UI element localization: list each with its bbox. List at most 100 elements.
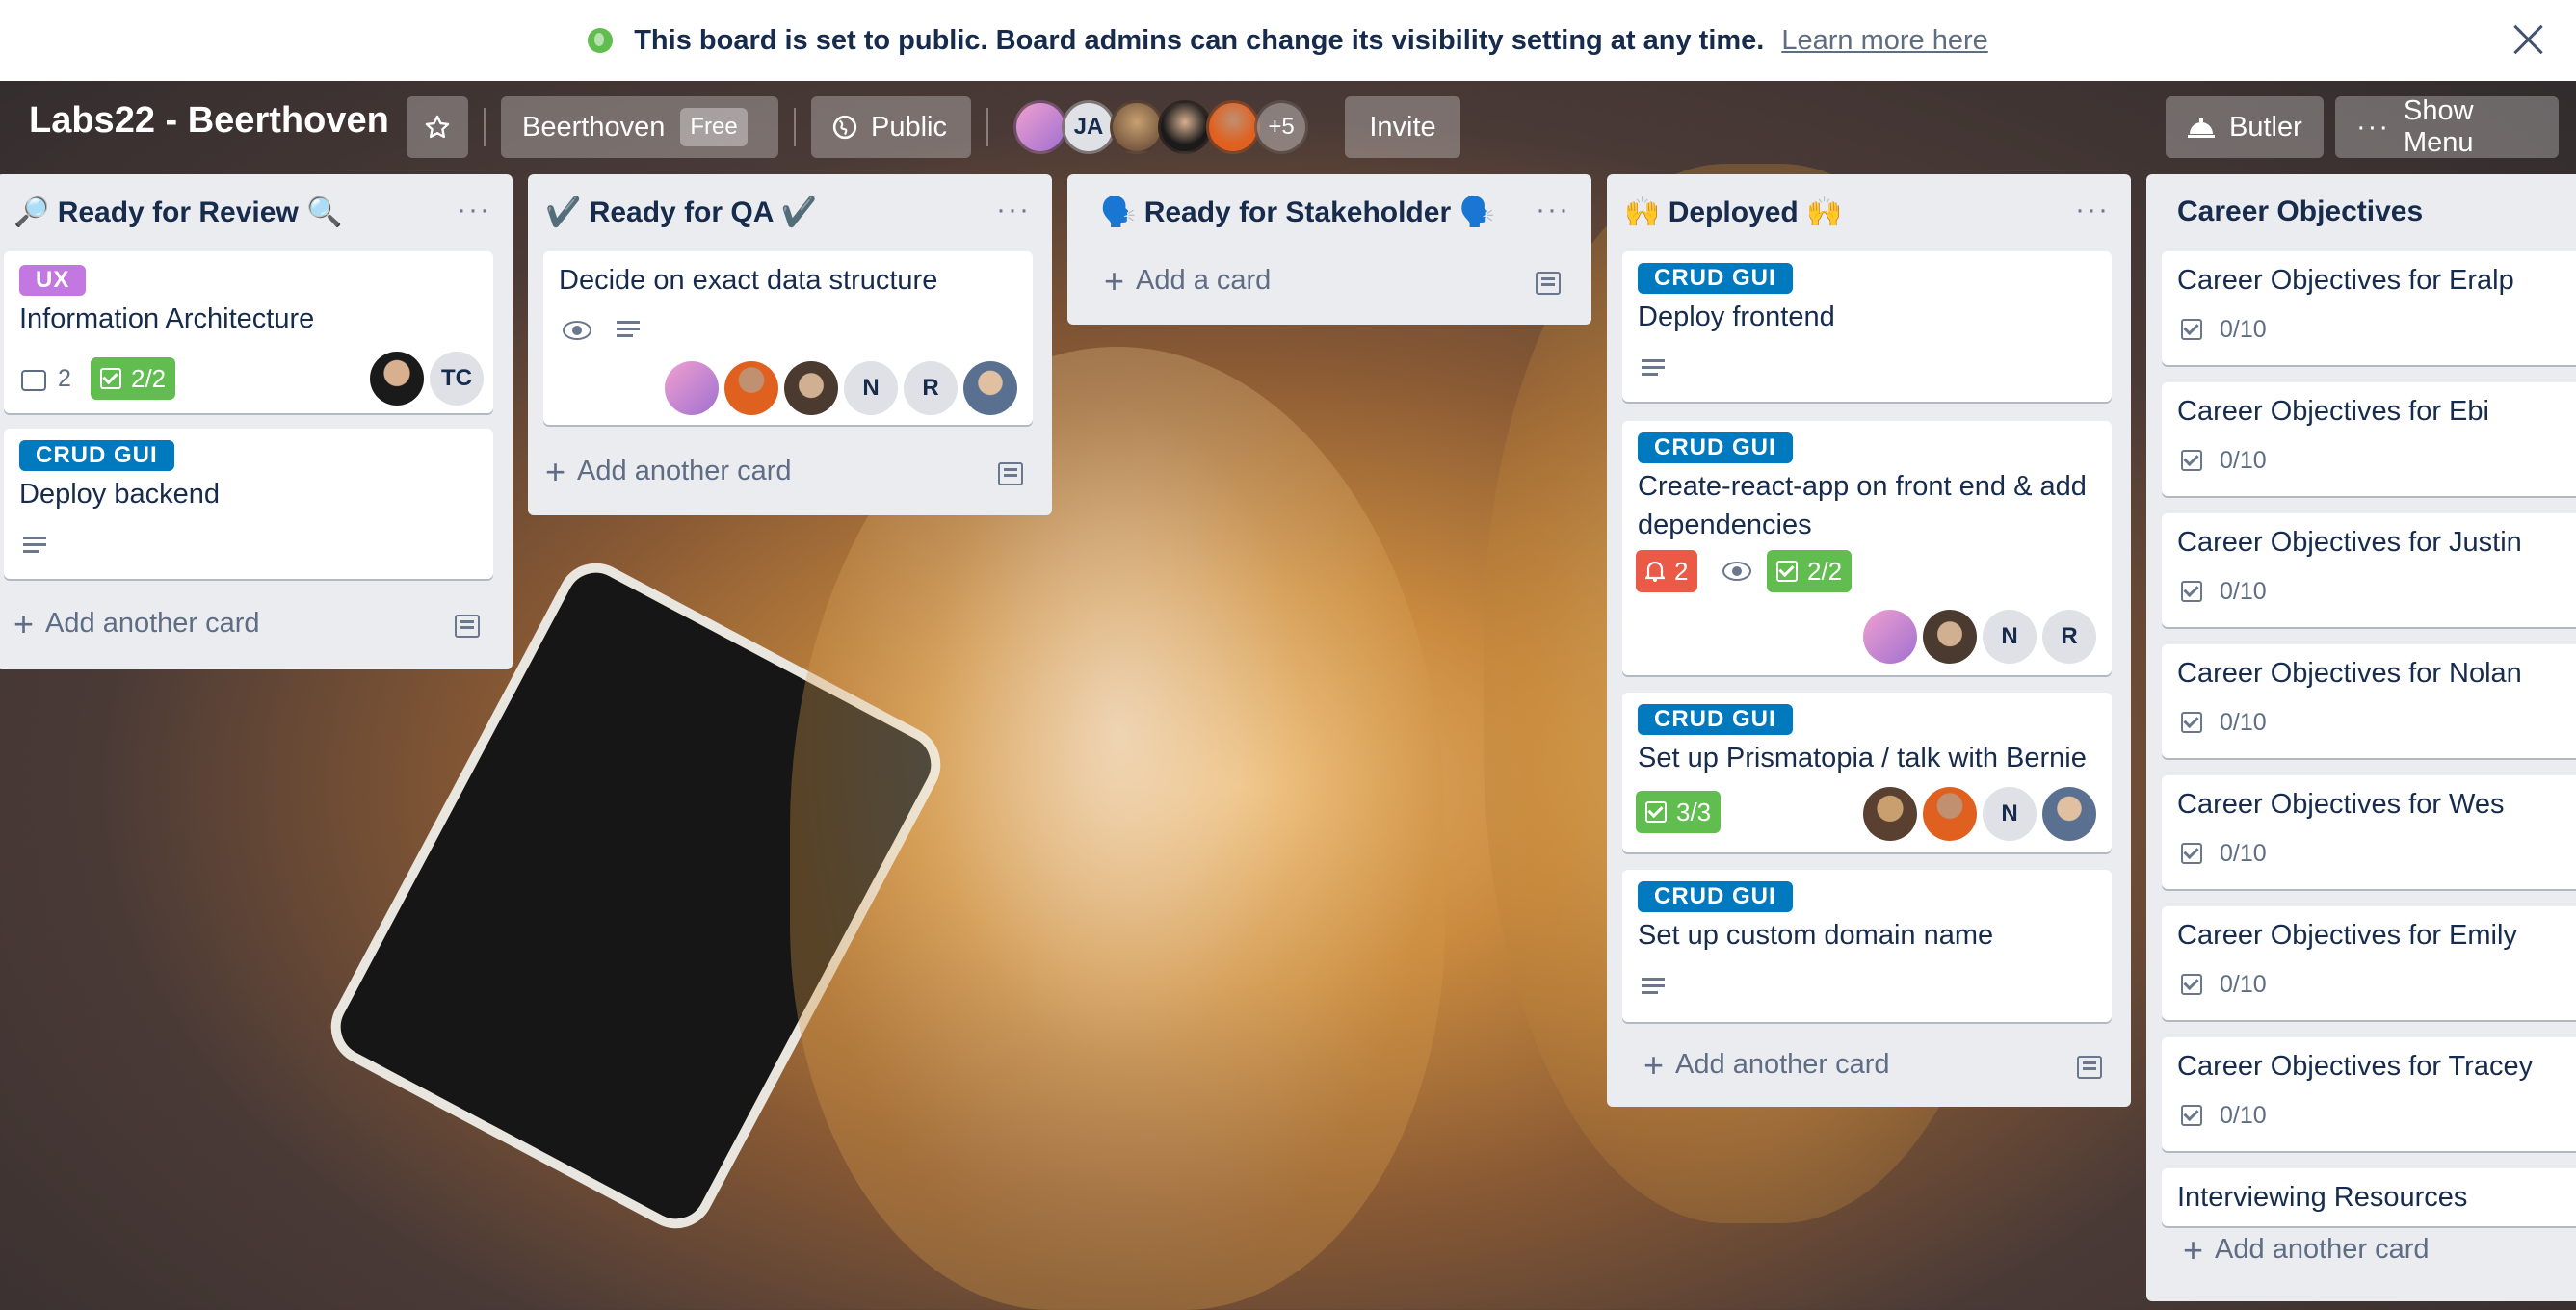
- member-avatar[interactable]: [2042, 787, 2096, 841]
- member-avatar[interactable]: [1863, 787, 1917, 841]
- list-title[interactable]: ✔️ Ready for QA ✔️: [545, 196, 817, 229]
- card[interactable]: CRUD GUI Deploy frontend: [1622, 251, 2112, 402]
- add-card-label: Add a card: [1136, 265, 1272, 296]
- member-avatar[interactable]: [963, 361, 1017, 415]
- card-title: Career Objectives for Tracey: [2177, 1051, 2534, 1082]
- description-icon: [617, 321, 640, 340]
- learn-more-link[interactable]: Learn more here: [1781, 25, 1987, 57]
- card-template-icon[interactable]: [998, 462, 1023, 485]
- member-initials: R: [922, 375, 939, 401]
- add-card-button[interactable]: + Add another card: [545, 454, 792, 488]
- card-template-icon[interactable]: [455, 615, 480, 638]
- globe-icon: [832, 115, 857, 140]
- close-icon[interactable]: [2505, 15, 2553, 64]
- show-menu-button[interactable]: ··· Show Menu: [2335, 95, 2559, 158]
- butler-label: Butler: [2229, 111, 2302, 143]
- visibility-button[interactable]: Public: [811, 96, 971, 158]
- checklist-count: 0/10: [2220, 578, 2267, 605]
- add-card-button[interactable]: + Add a card: [1104, 263, 1272, 298]
- card[interactable]: UX Information Architecture 2 2/2 TC: [4, 251, 493, 413]
- card-template-icon[interactable]: [1536, 272, 1561, 295]
- add-card-button[interactable]: + Add another card: [13, 606, 260, 641]
- checklist-count: 3/3: [1676, 797, 1712, 826]
- card[interactable]: Career Objectives for Emily 0/10: [2162, 906, 2576, 1020]
- notification-count: 2: [1674, 556, 1689, 586]
- star-icon: [425, 115, 450, 139]
- member-avatar[interactable]: [370, 352, 424, 406]
- description-icon: [1642, 978, 1665, 997]
- member-avatar[interactable]: R: [904, 361, 958, 415]
- member-avatar[interactable]: [665, 361, 719, 415]
- list-title[interactable]: 🙌 Deployed 🙌: [1624, 196, 1842, 229]
- list-menu-button[interactable]: ···: [1536, 194, 1570, 226]
- card[interactable]: Career Objectives for Ebi 0/10: [2162, 382, 2576, 496]
- team-button[interactable]: Beerthoven Free: [501, 96, 778, 158]
- board-title[interactable]: Labs22 - Beerthoven: [29, 100, 389, 142]
- member-avatar[interactable]: [1923, 787, 1977, 841]
- checklist-icon: [2181, 581, 2202, 602]
- member-avatar[interactable]: [1110, 100, 1164, 154]
- member-avatar[interactable]: [784, 361, 838, 415]
- add-card-label: Add another card: [577, 456, 792, 486]
- list-title[interactable]: Career Objectives: [2177, 196, 2423, 228]
- butler-button[interactable]: Butler: [2166, 96, 2324, 158]
- member-avatar[interactable]: [1863, 610, 1917, 664]
- checklist-count: 0/10: [2220, 709, 2267, 736]
- card[interactable]: Career Objectives for Justin 0/10: [2162, 513, 2576, 627]
- member-avatar[interactable]: R: [2042, 610, 2096, 664]
- visibility-label: Public: [871, 111, 947, 143]
- member-avatar[interactable]: [724, 361, 778, 415]
- member-initials: N: [862, 375, 880, 401]
- more-members-button[interactable]: +5: [1254, 100, 1308, 154]
- watch-icon: [563, 321, 591, 340]
- checklist-icon: [2181, 843, 2202, 864]
- card[interactable]: Decide on exact data structure N R: [543, 251, 1033, 425]
- more-members-count: +5: [1268, 114, 1295, 140]
- list-menu-button[interactable]: ···: [996, 194, 1031, 226]
- checklist-count: 2/2: [1807, 556, 1843, 586]
- list-menu-button[interactable]: ···: [2075, 194, 2110, 226]
- member-avatar[interactable]: [1158, 100, 1212, 154]
- checklist-count: 0/10: [2220, 840, 2267, 867]
- member-avatar[interactable]: N: [844, 361, 898, 415]
- card-title: Decide on exact data structure: [559, 265, 938, 296]
- card[interactable]: Career Objectives for Eralp 0/10: [2162, 251, 2576, 365]
- member-avatar[interactable]: JA: [1062, 100, 1116, 154]
- member-avatar[interactable]: [1923, 610, 1977, 664]
- card[interactable]: CRUD GUI Create-react-app on front end &…: [1622, 421, 2112, 675]
- card[interactable]: Career Objectives for Wes 0/10: [2162, 775, 2576, 889]
- checklist-icon: [2181, 1105, 2202, 1126]
- card-title: Interviewing Resources: [2177, 1182, 2468, 1213]
- member-avatar[interactable]: N: [1983, 787, 2037, 841]
- card-template-icon[interactable]: [2077, 1056, 2102, 1079]
- list-deployed: 🙌 Deployed 🙌 ··· CRUD GUI Deploy fronten…: [1607, 174, 2131, 1107]
- card-title: Information Architecture: [19, 303, 315, 334]
- team-name: Beerthoven: [522, 111, 666, 143]
- checklist-icon: [100, 368, 121, 389]
- member-avatar[interactable]: N: [1983, 610, 2037, 664]
- card[interactable]: Career Objectives for Nolan 0/10: [2162, 644, 2576, 758]
- add-card-button[interactable]: + Add another card: [1643, 1047, 1890, 1082]
- checklist-count: 0/10: [2220, 316, 2267, 343]
- card-title: Set up custom domain name: [1638, 920, 1994, 951]
- list-menu-button[interactable]: ···: [457, 194, 491, 226]
- card[interactable]: Career Objectives for Tracey 0/10: [2162, 1037, 2576, 1151]
- list-title[interactable]: 🔎 Ready for Review 🔍: [13, 196, 342, 229]
- card[interactable]: CRUD GUI Deploy backend: [4, 429, 493, 579]
- butler-icon: [2188, 118, 2215, 138]
- member-avatar[interactable]: [1206, 100, 1260, 154]
- invite-button[interactable]: Invite: [1345, 96, 1460, 158]
- card[interactable]: Interviewing Resources: [2162, 1168, 2576, 1226]
- member-avatar[interactable]: [1013, 100, 1067, 154]
- comment-icon: [21, 370, 46, 391]
- member-avatar[interactable]: TC: [430, 352, 484, 406]
- checklist-badge: 2/2: [91, 357, 176, 400]
- star-button[interactable]: [407, 96, 468, 158]
- add-card-label: Add another card: [1675, 1049, 1890, 1080]
- card[interactable]: CRUD GUI Set up Prismatopia / talk with …: [1622, 693, 2112, 852]
- list-title[interactable]: 🗣️ Ready for Stakeholder 🗣️: [1100, 196, 1495, 229]
- card[interactable]: CRUD GUI Set up custom domain name: [1622, 870, 2112, 1022]
- member-initials: JA: [1073, 114, 1104, 140]
- add-card-button[interactable]: + Add another card: [2183, 1232, 2430, 1267]
- member-initials: N: [2001, 623, 2018, 649]
